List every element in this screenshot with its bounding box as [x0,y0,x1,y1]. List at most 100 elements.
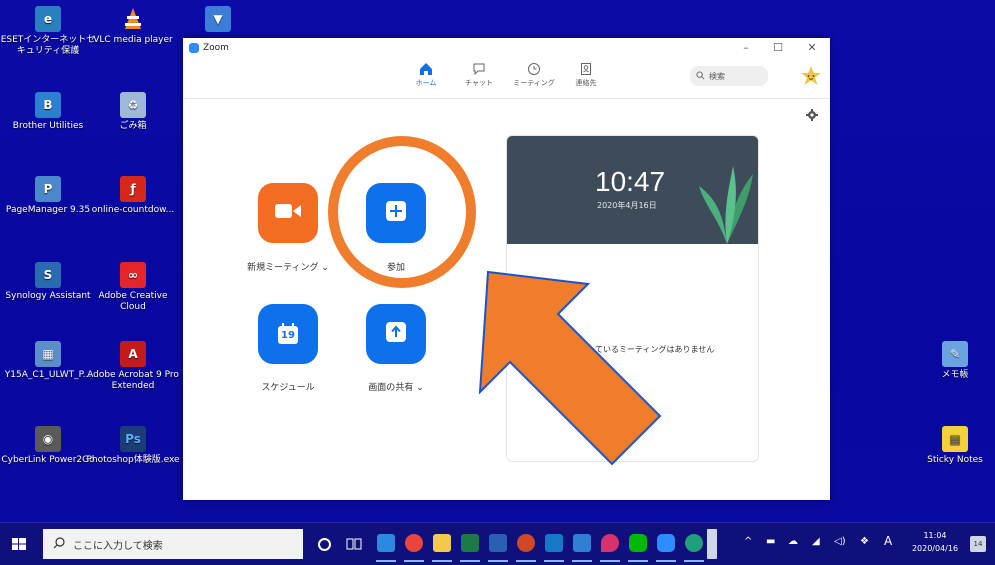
new-meeting-button[interactable] [258,183,318,243]
photos-icon[interactable] [573,534,591,552]
cortana-icon[interactable] [318,538,331,551]
share-screen-label[interactable]: 画面の共有 ⌄ [341,380,451,393]
desktop-icon-label: Y15A_C1_ULWT_P... [4,370,92,380]
maximize-button[interactable]: ☐ [763,40,793,56]
desktop-icon-installer[interactable]: ▼ [170,6,266,35]
running-indicator [404,560,424,562]
wifi-icon[interactable]: ◢ [812,536,820,547]
word-icon[interactable] [489,534,507,552]
task-view-icon[interactable] [346,536,364,554]
zoom-taskbar-icon[interactable] [657,534,675,552]
desktop-icon-notepad[interactable]: ✎ メモ帳 [907,341,995,381]
home-icon [401,62,451,76]
avatar[interactable] [800,65,822,87]
document-icon: ▦ [35,341,61,367]
chat-icon [454,62,504,76]
desktop-icon-cyberlink-power2go[interactable]: ◉ CyberLink Power2Go [0,426,96,466]
desktop-icon-brother-utilities[interactable]: B Brother Utilities [0,92,96,132]
search-icon [696,70,705,82]
chrome-icon[interactable] [405,534,423,552]
share-screen-button[interactable] [366,304,426,364]
creative-cloud-icon: ∞ [120,262,146,288]
volume-icon[interactable]: ◁) [834,536,846,547]
synology-icon: S [35,262,61,288]
new-meeting-label[interactable]: 新規ミーティング ⌄ [233,260,343,273]
maps-icon[interactable] [601,534,619,552]
desktop-icon-photoshop[interactable]: Ps Photoshop体験版.exe [85,426,181,466]
battery-icon[interactable]: ▬ [766,536,775,547]
clock-time: 10:47 [595,166,666,197]
line-icon[interactable] [629,534,647,552]
close-button[interactable]: ✕ [797,40,827,56]
overflow-scroll-icon[interactable] [707,529,717,559]
clock-icon [509,62,559,76]
edge-icon[interactable] [377,534,395,552]
pointer-arrow-annotation [478,270,662,466]
notification-center-button[interactable]: 14 [970,536,986,552]
desktop-icon-label: Photoshop体験版.exe [86,455,180,465]
chevron-up-icon[interactable]: ^ [744,536,752,547]
system-clock[interactable]: 11:04 2020/04/16 [905,529,965,555]
contacts-icon [561,62,611,76]
flash-icon: ƒ [120,176,146,202]
search-input[interactable]: 検索 [690,66,768,86]
running-indicator [544,560,564,562]
tab-meetings[interactable]: ミーティング [509,62,559,88]
desktop-icon-online-countdown[interactable]: ƒ online-countdow... [85,176,181,216]
desktop-icon-sticky-notes[interactable]: ▤ Sticky Notes [907,426,995,466]
top-navigation: ホーム チャット ミーティング 連絡先 検索 [183,58,830,99]
desktop-icon-vlc[interactable]: VLC media player [85,6,181,46]
edge-dev-icon[interactable] [685,534,703,552]
outlook-icon[interactable] [545,534,563,552]
running-indicator [684,560,704,562]
file-explorer-icon[interactable] [433,534,451,552]
taskbar-search-input[interactable]: ここに入力して検索 [43,529,303,559]
system-time: 11:04 [923,531,947,540]
desktop-icon-label: ごみ箱 [119,121,147,131]
running-indicator [460,560,480,562]
clock-date: 2020年4月16日 [597,201,657,210]
ime-indicator[interactable]: A [884,534,892,548]
tab-home[interactable]: ホーム [401,62,451,88]
desktop-icon-eset[interactable]: e ESETインターネットセキュリティ保護 [0,6,96,57]
taskbar-search-placeholder: ここに入力して検索 [73,540,163,552]
search-placeholder: 検索 [709,71,725,81]
desktop-icon-pagemanager[interactable]: P PageManager 9.35 [0,176,96,216]
running-indicator [488,560,508,562]
tab-chat[interactable]: チャット [454,62,504,88]
powerpoint-icon[interactable] [517,534,535,552]
desktop-icon-label: Synology Assistant [5,291,91,301]
desktop-icon-recycle-bin[interactable]: ♻ ごみ箱 [85,92,181,132]
desktop-icon-creative-cloud[interactable]: ∞ Adobe Creative Cloud [85,262,181,313]
schedule-label[interactable]: スケジュール [233,380,343,393]
desktop-icon-label: online-countdow... [91,205,175,215]
desktop-icon-label: メモ帳 [941,370,969,380]
minimize-button[interactable]: – [731,40,761,56]
tab-label: ミーティング [513,79,555,87]
schedule-button[interactable]: 19 [258,304,318,364]
recycle-bin-icon: ♻ [120,92,146,118]
acrobat-icon: A [120,341,146,367]
calendar-icon: 19 [276,322,300,346]
zoom-app-icon [189,43,199,53]
desktop-icon-acrobat[interactable]: A Adobe Acrobat 9 Pro Extended [85,341,181,392]
tab-contacts[interactable]: 連絡先 [561,62,611,88]
video-camera-icon [273,201,303,225]
tab-label: 連絡先 [575,79,597,87]
windows-start-button[interactable] [8,533,30,555]
running-indicator [656,560,676,562]
desktop-icon-synology-assistant[interactable]: S Synology Assistant [0,262,96,302]
running-indicator [600,560,620,562]
calendar-day: 19 [281,330,295,341]
windows-logo-icon [12,538,26,550]
desktop-icon-y15a[interactable]: ▦ Y15A_C1_ULWT_P... [0,341,96,381]
running-indicator [376,560,396,562]
dropbox-icon[interactable]: ❖ [860,536,869,547]
title-bar[interactable]: Zoom – ☐ ✕ [183,38,830,58]
onedrive-cloud-icon[interactable]: ☁ [788,536,798,547]
running-indicator [572,560,592,562]
share-arrow-icon [385,321,407,347]
vlc-cone-icon [120,6,146,32]
excel-icon[interactable] [461,534,479,552]
settings-gear-icon[interactable] [806,106,818,121]
